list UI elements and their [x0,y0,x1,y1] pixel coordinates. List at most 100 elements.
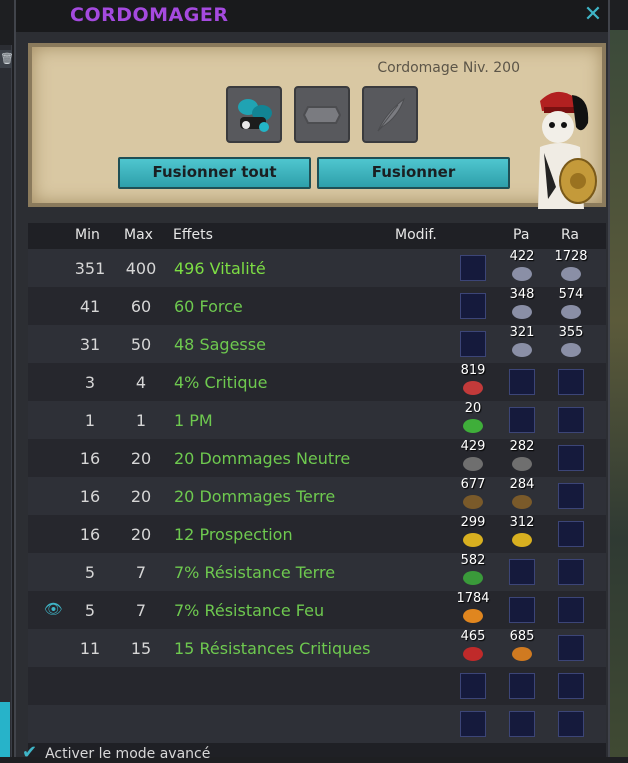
rune-slot-modif[interactable] [460,331,486,357]
rune-slot-ra[interactable] [558,673,584,699]
rune-pa[interactable]: 284 [502,477,542,515]
rune-slot-pa[interactable] [509,597,535,623]
checkmark-icon[interactable]: ✔ [22,742,37,763]
rune-modif[interactable]: 465 [453,629,493,667]
rune-modif[interactable]: 299 [453,515,493,553]
rune-slot-pa[interactable] [509,369,535,395]
table-row[interactable] [28,705,606,743]
advanced-mode-label: Activer le mode avancé [45,746,211,762]
rune-modif[interactable]: 582 [453,553,493,591]
rune-count: 422 [509,249,535,264]
rune-slot-ra[interactable] [558,369,584,395]
rune-icon [512,267,532,281]
rune-slot-ra[interactable] [558,711,584,737]
table-header: Min Max Effets Modif. Pa Ra [28,223,606,249]
rune-count: 321 [509,325,535,340]
table-row[interactable]: 3 4 4% Critique 819 [28,363,606,401]
min-value: 1 [84,411,96,430]
min-value: 351 [74,259,106,278]
table-row[interactable]: 16 20 12 Prospection 299 312 [28,515,606,553]
rune-count: 574 [558,287,584,302]
table-row[interactable]: 11 15 15 Résistances Critiques 465 685 [28,629,606,667]
eye-icon[interactable]: 👁 [44,600,63,618]
rune-modif[interactable]: 20 [453,401,493,439]
rune-icon [463,457,483,471]
rune-count: 1728 [554,249,588,264]
table-row[interactable]: 👁 5 7 7% Résistance Feu 1784 [28,591,606,629]
rune-icon [463,647,483,661]
rune-slot-pa[interactable] [509,407,535,433]
header-panel: Cordomage Niv. 200 Fusionner tout Fusion… [28,43,606,209]
equipment-slot[interactable] [226,86,282,143]
rune-pa[interactable]: 348 [502,287,542,325]
npc-portrait [538,91,597,209]
rune-modif[interactable]: 1784 [453,591,493,629]
max-value: 20 [130,449,152,468]
rune-slot-pa[interactable] [509,673,535,699]
effect-label: 12 Prospection [174,525,293,544]
min-value: 31 [79,335,101,354]
feather-slot[interactable] [362,86,418,143]
table-row[interactable]: 351 400 496 Vitalité 422 1728 [28,249,606,287]
rune-slot-ra[interactable] [558,407,584,433]
effect-label: 48 Sagesse [174,335,266,354]
rune-count: 465 [460,629,486,644]
rune-count: 282 [509,439,535,454]
rune-slot-ra[interactable] [558,635,584,661]
col-ra: Ra [561,227,579,243]
rune-modif[interactable]: 819 [453,363,493,401]
effect-label: 7% Résistance Feu [174,601,325,620]
close-icon[interactable]: ✕ [582,4,604,26]
table-row[interactable]: 41 60 60 Force 348 574 [28,287,606,325]
rune-modif[interactable]: 677 [453,477,493,515]
rune-slot[interactable] [294,86,350,143]
rune-slot-modif[interactable] [460,711,486,737]
rune-icon [561,267,581,281]
min-value: 41 [79,297,101,316]
rune-pa[interactable]: 312 [502,515,542,553]
effect-label: 20 Dommages Terre [174,487,336,506]
min-value: 16 [79,487,101,506]
max-value: 4 [135,373,147,392]
rune-slot-ra[interactable] [558,483,584,509]
rune-ra[interactable]: 574 [551,287,591,325]
trash-icon[interactable]: 🗑 [0,50,14,68]
table-row[interactable]: 1 1 1 PM 20 [28,401,606,439]
rune-slot-modif[interactable] [460,255,486,281]
cordomager-window: CORDOMAGER ✕ Cordomage Niv. 200 Fusionne… [14,0,610,757]
rune-icon [561,305,581,319]
col-min: Min [75,227,100,243]
rune-slot-pa[interactable] [509,559,535,585]
rune-pa[interactable]: 321 [502,325,542,363]
max-value: 7 [135,601,147,620]
rune-pa[interactable]: 685 [502,629,542,667]
max-value: 60 [130,297,152,316]
rune-icon [463,381,483,395]
rune-slot-ra[interactable] [558,521,584,547]
rune-slot-ra[interactable] [558,559,584,585]
rune-slot-ra[interactable] [558,445,584,471]
max-value: 1 [135,411,147,430]
rune-slot-ra[interactable] [558,597,584,623]
rune-count: 20 [464,401,482,416]
effect-label: 7% Résistance Terre [174,563,336,582]
rune-modif[interactable]: 429 [453,439,493,477]
merge-button[interactable]: Fusionner [317,157,510,189]
merge-all-button[interactable]: Fusionner tout [118,157,311,189]
table-row[interactable]: 31 50 48 Sagesse 321 355 [28,325,606,363]
table-row[interactable] [28,667,606,705]
advanced-mode-toggle[interactable]: ✔ Activer le mode avancé [22,742,322,763]
table-row[interactable]: 16 20 20 Dommages Neutre 429 282 [28,439,606,477]
table-row[interactable]: 5 7 7% Résistance Terre 582 [28,553,606,591]
title-bar[interactable]: CORDOMAGER ✕ [16,0,608,32]
rune-pa[interactable]: 422 [502,249,542,287]
rune-ra[interactable]: 355 [551,325,591,363]
rune-pa[interactable]: 282 [502,439,542,477]
rune-slot-modif[interactable] [460,293,486,319]
table-row[interactable]: 16 20 20 Dommages Terre 677 284 [28,477,606,515]
rune-slot-modif[interactable] [460,673,486,699]
rune-slot-pa[interactable] [509,711,535,737]
rune-ra[interactable]: 1728 [551,249,591,287]
rune-count: 299 [460,515,486,530]
max-value: 400 [125,259,157,278]
